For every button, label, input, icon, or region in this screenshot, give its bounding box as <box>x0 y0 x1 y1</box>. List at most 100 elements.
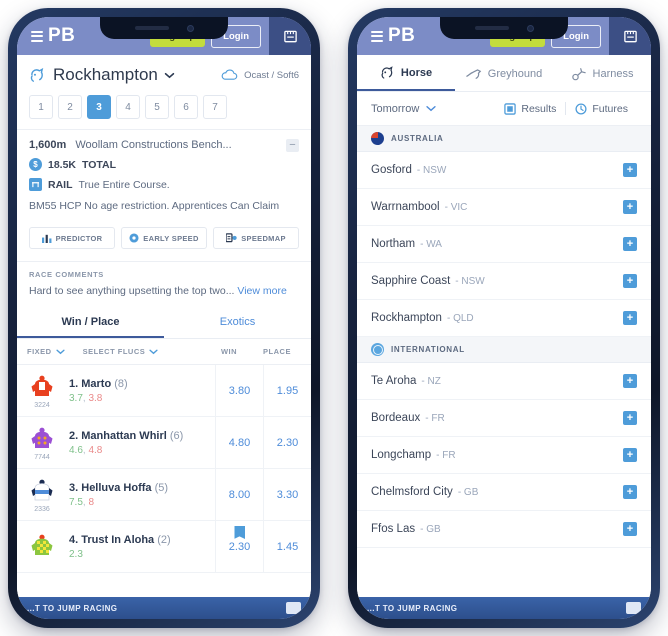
betslip-button[interactable] <box>609 17 651 55</box>
cloud-icon <box>221 69 238 80</box>
bottom-bar-right[interactable]: ...T TO JUMP RACING <box>357 597 651 619</box>
tab-win-place[interactable]: Win / Place <box>17 307 164 338</box>
flucs-selector[interactable]: SELECT FLUCS <box>83 347 159 356</box>
collapse-icon[interactable]: − <box>286 139 299 152</box>
place-odds-button[interactable]: 1.45 <box>263 521 311 572</box>
bar-chart-icon <box>41 234 52 243</box>
win-odds-button[interactable]: 3.80 <box>215 365 263 416</box>
bottom-bar-left[interactable]: ...T TO JUMP RACING <box>17 597 311 619</box>
rail-value: True Entire Course. <box>78 178 170 191</box>
list-item[interactable]: Bordeaux - FR + <box>357 400 651 437</box>
race-title-row: 1,600m Woollam Constructions Bench... <box>29 139 299 151</box>
race-number-4[interactable]: 4 <box>116 95 140 119</box>
place-odds-button[interactable]: 3.30 <box>263 469 311 520</box>
plus-icon[interactable]: + <box>623 237 637 251</box>
list-item[interactable]: Gosford - NSW + <box>357 152 651 189</box>
table-row[interactable]: 2336 3. Helluva Hoffa (5) 7.5, 8 8.00 3.… <box>17 469 311 521</box>
plus-icon[interactable]: + <box>623 522 637 536</box>
list-item[interactable]: Ffos Las - GB + <box>357 511 651 548</box>
tab-horse[interactable]: Horse <box>357 55 455 91</box>
venue-row[interactable]: Rockhampton Ocast / Soft6 <box>17 55 311 91</box>
race-number-7[interactable]: 7 <box>203 95 227 119</box>
race-number-1[interactable]: 1 <box>29 95 53 119</box>
runner-name-line: 1. Marto (8) <box>69 378 215 390</box>
runner-details: 2. Manhattan Whirl (6) 4.6, 4.8 <box>67 417 215 468</box>
speedmap-button[interactable]: SPEEDMAP <box>213 227 299 249</box>
logo-left[interactable]: PB <box>17 25 75 47</box>
speedmap-icon <box>226 233 237 243</box>
hamburger-menu-icon[interactable] <box>371 30 383 42</box>
plus-icon[interactable]: + <box>623 311 637 325</box>
list-item[interactable]: Longchamp - FR + <box>357 437 651 474</box>
runner-saddle: 1. <box>69 377 79 390</box>
race-number-5[interactable]: 5 <box>145 95 169 119</box>
day-selector[interactable]: Tomorrow <box>371 103 436 115</box>
win-odds-button[interactable]: 8.00 <box>215 469 263 520</box>
tool-buttons[interactable]: PREDICTOR EARLY SPEED SPEEDMAP <box>17 216 311 261</box>
bet-button-icon[interactable] <box>626 602 641 614</box>
chevron-down-icon[interactable] <box>149 349 158 355</box>
phone-left-screen: PB Sign up Login <box>17 17 311 619</box>
list-item[interactable]: Chelmsford City - GB + <box>357 474 651 511</box>
meeting-state: - NZ <box>421 375 441 387</box>
chevron-down-icon[interactable] <box>55 349 65 355</box>
futures-button[interactable]: Futures <box>566 103 637 115</box>
table-row[interactable]: 4. Trust In Aloha (2) 2.3 2.30 1.45 <box>17 521 311 573</box>
race-number-3[interactable]: 3 <box>87 95 111 119</box>
list-item[interactable]: Northam - WA + <box>357 226 651 263</box>
view-more-link[interactable]: View more <box>237 285 286 297</box>
list-item[interactable]: Warrnambool - VIC + <box>357 189 651 226</box>
table-row[interactable]: 3224 1. Marto (8) 3.7, 3.8 3.80 1.95 <box>17 365 311 417</box>
early-speed-button[interactable]: EARLY SPEED <box>121 227 207 249</box>
table-row[interactable]: 7744 2. Manhattan Whirl (6) 4.6, 4.8 4.8… <box>17 417 311 469</box>
race-number-2[interactable]: 2 <box>58 95 82 119</box>
silk-cell <box>17 521 67 572</box>
place-odds-button[interactable]: 2.30 <box>263 417 311 468</box>
silk-cell: 7744 <box>17 417 67 468</box>
plus-icon[interactable]: + <box>623 448 637 462</box>
chevron-down-icon[interactable] <box>426 105 436 112</box>
betslip-button[interactable] <box>269 17 311 55</box>
left-content[interactable]: Rockhampton Ocast / Soft6 1 2 3 4 5 6 7 … <box>17 55 311 597</box>
bet-button-icon[interactable] <box>286 602 301 614</box>
meeting-state: - FR <box>436 449 456 461</box>
tab-greyhound[interactable]: Greyhound <box>455 55 553 91</box>
plus-icon[interactable]: + <box>623 411 637 425</box>
runner-name-line: 2. Manhattan Whirl (6) <box>69 430 215 442</box>
list-item[interactable]: Te Aroha - NZ + <box>357 363 651 400</box>
fixed-selector[interactable]: FIXED <box>27 347 65 356</box>
betslip-icon <box>283 30 297 42</box>
runner-flucs: 3.7, 3.8 <box>69 393 215 404</box>
race-number-6[interactable]: 6 <box>174 95 198 119</box>
win-odds-button[interactable]: 4.80 <box>215 417 263 468</box>
bet-type-tabs[interactable]: Win / Place Exotics <box>17 307 311 339</box>
group-title: AUSTRALIA <box>391 134 444 143</box>
list-item[interactable]: Rockhampton - QLD + <box>357 300 651 337</box>
tab-harness[interactable]: Harness <box>553 55 651 91</box>
chevron-down-icon[interactable] <box>164 72 175 79</box>
place-odds-button[interactable]: 1.95 <box>263 365 311 416</box>
race-number-tabs[interactable]: 1 2 3 4 5 6 7 <box>17 91 311 129</box>
list-item[interactable]: Sapphire Coast - NSW + <box>357 263 651 300</box>
logo-text: PB <box>388 25 416 46</box>
hamburger-menu-icon[interactable] <box>31 30 43 42</box>
right-content[interactable]: Horse Greyhound Harness Tomorrow Results… <box>357 55 651 597</box>
jockey-silk-icon <box>31 375 53 396</box>
bookmark-icon[interactable] <box>234 526 245 539</box>
plus-icon[interactable]: + <box>623 485 637 499</box>
early-speed-label: EARLY SPEED <box>143 233 199 243</box>
logo-right[interactable]: PB <box>357 25 415 47</box>
results-button[interactable]: Results <box>495 103 565 115</box>
phone-left: PB Sign up Login <box>8 8 320 628</box>
predictor-button[interactable]: PREDICTOR <box>29 227 115 249</box>
plus-icon[interactable]: + <box>623 200 637 214</box>
tab-exotics[interactable]: Exotics <box>164 307 311 338</box>
runner-name: Marto <box>81 377 112 390</box>
category-tabs[interactable]: Horse Greyhound Harness <box>357 55 651 92</box>
win-odds-button[interactable]: 2.30 <box>215 521 263 572</box>
plus-icon[interactable]: + <box>623 163 637 177</box>
australia-flag-icon <box>371 132 384 145</box>
win-odds-value: 2.30 <box>228 540 251 553</box>
plus-icon[interactable]: + <box>623 274 637 288</box>
plus-icon[interactable]: + <box>623 374 637 388</box>
